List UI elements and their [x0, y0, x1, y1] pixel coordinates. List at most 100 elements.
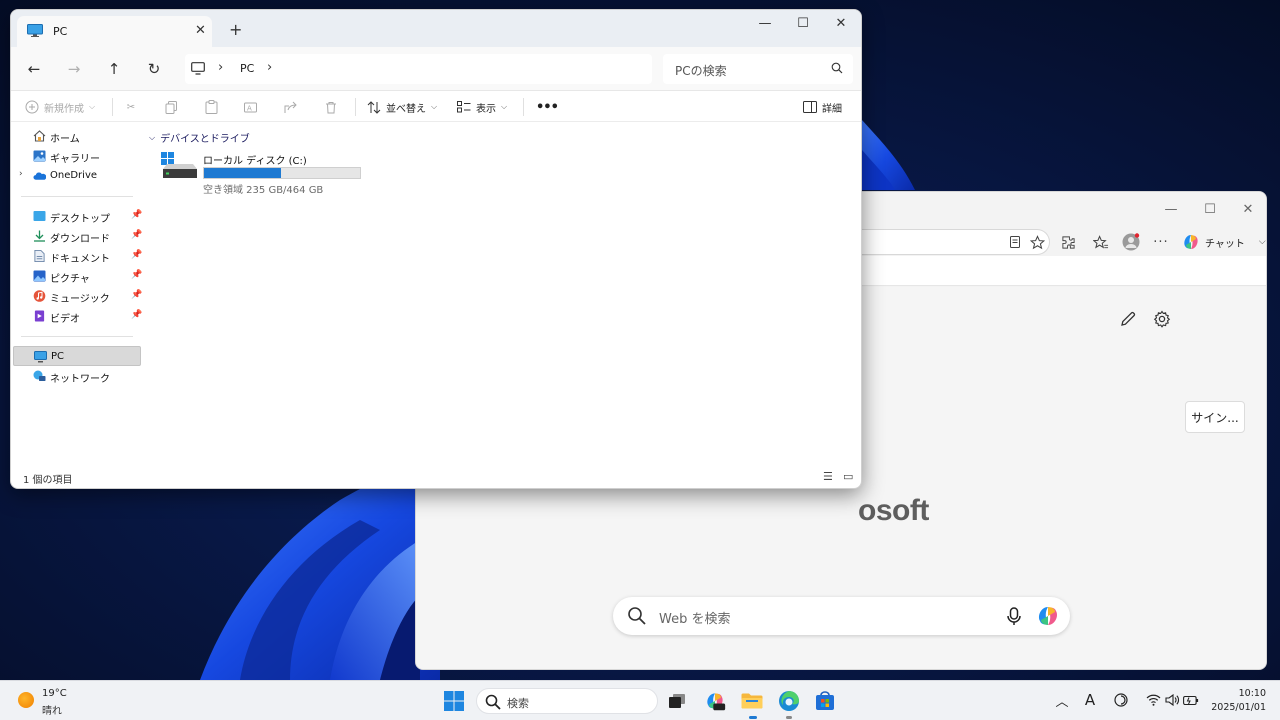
start-button[interactable] — [441, 688, 467, 714]
ime-toggle-icon[interactable] — [1110, 689, 1132, 711]
store-taskbar-button[interactable] — [812, 688, 838, 714]
extensions-icon[interactable] — [1057, 231, 1079, 253]
explorer-search-placeholder: PCの検索 — [675, 64, 727, 78]
microphone-icon[interactable] — [1003, 605, 1025, 627]
pin-icon[interactable]: 📌 — [131, 270, 142, 280]
more-options-icon[interactable]: ··· — [1150, 231, 1172, 253]
delete-button[interactable] — [324, 97, 338, 117]
explorer-tab[interactable]: PC ✕ — [17, 16, 212, 47]
chevron-right-icon[interactable]: › — [19, 169, 23, 179]
taskbar-search-box[interactable]: 検索 — [476, 688, 658, 714]
nav-item-videos[interactable]: ビデオ 📌 — [13, 306, 142, 326]
view-button[interactable]: 表示 ⌵ — [457, 97, 507, 117]
paste-button[interactable] — [204, 97, 218, 117]
copilot-search-icon[interactable] — [1035, 603, 1061, 629]
refresh-icon[interactable]: ↻ — [143, 59, 165, 79]
copy-button[interactable] — [164, 97, 178, 117]
breadcrumb-location[interactable]: PC — [240, 62, 254, 75]
pin-icon[interactable]: 📌 — [131, 210, 142, 220]
explorer-minimize-button[interactable]: — — [746, 12, 784, 34]
explorer-navigation-bar: ← → ↑ ↻ › PC › PCの検索 — [11, 47, 861, 91]
up-arrow-icon[interactable]: ↑ — [103, 59, 125, 79]
edit-pencil-icon[interactable] — [1114, 305, 1142, 333]
reading-view-icon[interactable] — [1004, 231, 1026, 253]
nav-label-onedrive: OneDrive — [50, 170, 98, 181]
pin-icon[interactable]: 📌 — [131, 230, 142, 240]
devices-group-label: デバイスとドライブ — [160, 134, 250, 145]
forward-arrow-icon[interactable]: → — [63, 59, 85, 79]
nav-item-pictures[interactable]: ピクチャ 📌 — [13, 266, 142, 286]
new-tab-button[interactable]: + — [229, 20, 242, 39]
explorer-navigation-pane: ホーム ギャラリー › OneDrive デスクトップ 📌 ダウンロード 📌 ド… — [11, 122, 149, 462]
favorites-icon[interactable] — [1090, 231, 1112, 253]
show-hidden-icons-chevron-icon[interactable]: ︿ — [1051, 689, 1073, 711]
nav-divider — [21, 336, 133, 337]
explorer-close-button[interactable]: ✕ — [822, 12, 860, 34]
tiles-view-icon[interactable]: ▭ — [843, 470, 853, 483]
pin-icon[interactable]: 📌 — [131, 250, 142, 260]
drive-item-c[interactable]: ローカル ディスク (C:) 空き領域 235 GB/464 GB — [161, 150, 371, 196]
nav-item-pc[interactable]: PC — [13, 346, 141, 366]
trash-icon — [324, 100, 338, 114]
chevron-down-icon[interactable]: ⌵ — [1259, 237, 1266, 247]
explorer-maximize-button[interactable]: ☐ — [784, 12, 822, 34]
details-pane-button[interactable]: 詳細 — [803, 97, 842, 117]
edge-close-button[interactable]: ✕ — [1234, 198, 1262, 220]
search-icon — [628, 607, 646, 625]
nav-item-home[interactable]: ホーム — [13, 126, 141, 146]
devices-group-header[interactable]: ⌵ デバイスとドライブ — [149, 130, 250, 146]
pin-icon[interactable]: 📌 — [131, 310, 142, 320]
copilot-chat-button[interactable]: チャット ⌵ — [1181, 230, 1266, 254]
edge-taskbar-button[interactable] — [776, 688, 802, 714]
nav-item-desktop[interactable]: デスクトップ 📌 — [13, 206, 142, 226]
pc-monitor-icon — [34, 351, 47, 363]
explorer-status-bar: 1 個の項目 ☰ ▭ — [11, 466, 861, 488]
copilot-taskbar-button[interactable] — [702, 688, 728, 714]
breadcrumb-chevron[interactable]: › — [267, 60, 272, 75]
cut-button[interactable]: ✂ — [124, 97, 138, 117]
settings-gear-icon[interactable] — [1148, 305, 1176, 333]
edge-maximize-button[interactable]: ☐ — [1196, 198, 1224, 220]
taskbar-search-placeholder: 検索 — [507, 697, 529, 710]
nav-item-documents[interactable]: ドキュメント 📌 — [13, 246, 142, 266]
explorer-content-area: ⌵ デバイスとドライブ ローカル ディスク (C:) 空き領域 235 GB/4… — [149, 122, 861, 462]
command-separator — [112, 98, 113, 116]
edge-minimize-button[interactable]: — — [1157, 198, 1185, 220]
system-clock[interactable]: 10:10 2025/01/01 — [1206, 687, 1266, 715]
copy-icon — [164, 100, 178, 114]
monitor-icon[interactable] — [191, 62, 205, 75]
nav-item-music[interactable]: ミュージック 📌 — [13, 286, 142, 306]
sun-icon — [18, 692, 34, 708]
view-layout-icon — [457, 100, 471, 114]
ime-mode-icon[interactable]: A — [1079, 689, 1101, 711]
nav-item-network[interactable]: ネットワーク — [13, 366, 141, 386]
nav-item-gallery[interactable]: ギャラリー — [13, 146, 141, 166]
share-button[interactable] — [284, 97, 298, 117]
signin-button[interactable]: サイン... — [1185, 401, 1245, 433]
new-item-button[interactable]: 新規作成 ⌵ — [25, 97, 95, 117]
sort-button[interactable]: 並べ替え ⌵ — [367, 97, 437, 117]
download-arrow-icon — [34, 230, 45, 242]
tab-close-icon[interactable]: ✕ — [195, 23, 206, 38]
back-arrow-icon[interactable]: ← — [23, 59, 45, 79]
pin-icon[interactable]: 📌 — [131, 290, 142, 300]
web-search-box[interactable]: Web を検索 — [613, 597, 1070, 635]
battery-icon[interactable] — [1180, 689, 1202, 711]
chevron-down-icon[interactable]: ⌵ — [149, 133, 155, 143]
drive-usage-bar — [203, 167, 361, 179]
favorite-star-icon[interactable] — [1026, 231, 1048, 253]
nav-item-onedrive[interactable]: › OneDrive — [13, 166, 141, 186]
nav-item-downloads[interactable]: ダウンロード 📌 — [13, 226, 142, 246]
folder-icon — [741, 693, 763, 709]
more-options-button[interactable]: ••• — [536, 97, 559, 117]
rename-button[interactable]: A — [244, 97, 258, 117]
task-view-button[interactable] — [664, 688, 690, 714]
explorer-tab-title: PC — [53, 25, 68, 38]
file-explorer-taskbar-button[interactable] — [739, 688, 765, 714]
explorer-search-box[interactable]: PCの検索 — [663, 54, 853, 84]
breadcrumb-separator[interactable]: › — [218, 60, 223, 75]
explorer-address-bar[interactable]: › PC › — [185, 54, 652, 84]
details-view-icon[interactable]: ☰ — [823, 470, 833, 483]
weather-temperature: 19°C — [42, 688, 67, 699]
profile-avatar-icon[interactable] — [1120, 231, 1142, 253]
